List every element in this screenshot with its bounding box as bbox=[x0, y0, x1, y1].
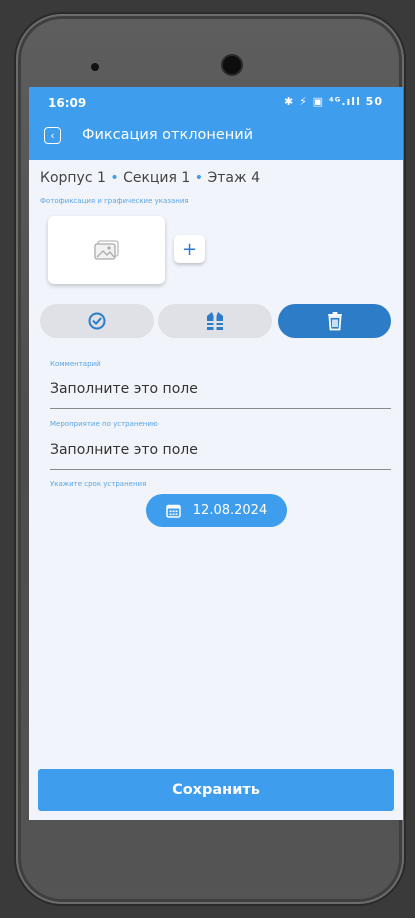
check-circle-icon bbox=[88, 312, 106, 330]
status-toggle-approved[interactable] bbox=[40, 304, 154, 338]
photo-thumbnail[interactable] bbox=[48, 216, 165, 284]
deadline-date-button[interactable]: 12.08.2024 bbox=[146, 494, 287, 527]
breadcrumb-section: Секция 1 bbox=[123, 170, 191, 186]
back-button[interactable]: ‹ bbox=[44, 127, 61, 144]
measure-field[interactable]: Заполните это поле bbox=[50, 442, 198, 458]
deadline-date-value: 12.08.2024 bbox=[192, 503, 268, 518]
sensor-dot bbox=[91, 63, 99, 71]
chevron-left-icon: ‹ bbox=[50, 128, 55, 142]
add-photo-button[interactable]: + bbox=[174, 235, 205, 263]
page-title: Фиксация отклонений bbox=[82, 127, 254, 143]
measure-label: Мероприятие по устранению bbox=[50, 420, 158, 428]
delete-button[interactable] bbox=[278, 304, 391, 338]
image-placeholder-icon bbox=[93, 240, 119, 260]
breadcrumb: Корпус 1 • Секция 1 • Этаж 4 bbox=[40, 170, 260, 186]
app-screen: 16:09 ✱ ⚡ ▣ ⁴ᴳ.ıll 50 ‹ Фиксация отклоне… bbox=[29, 87, 403, 820]
comment-field[interactable]: Заполните это поле bbox=[50, 381, 198, 397]
calendar-icon bbox=[166, 504, 181, 518]
save-button[interactable]: Сохранить bbox=[38, 769, 394, 811]
safety-vest-icon bbox=[207, 312, 223, 330]
status-icons: ✱ ⚡ ▣ ⁴ᴳ.ıll 50 bbox=[284, 95, 383, 108]
trash-icon bbox=[327, 312, 342, 331]
comment-underline bbox=[50, 408, 391, 409]
deadline-label: Укажите срок устранения bbox=[50, 480, 147, 488]
breadcrumb-building: Корпус 1 bbox=[40, 170, 106, 186]
breadcrumb-separator: • bbox=[110, 170, 119, 186]
breadcrumb-separator: • bbox=[194, 170, 204, 186]
plus-icon: + bbox=[181, 238, 198, 260]
photo-section-label: Фотофиксация и графические указания bbox=[40, 197, 189, 205]
comment-label: Комментарий bbox=[50, 360, 101, 368]
status-time: 16:09 bbox=[48, 96, 87, 110]
app-bar: 16:09 ✱ ⚡ ▣ ⁴ᴳ.ıll 50 ‹ Фиксация отклоне… bbox=[29, 87, 403, 160]
front-camera bbox=[223, 56, 241, 74]
status-toggle-safety[interactable] bbox=[158, 304, 272, 338]
breadcrumb-floor: Этаж 4 bbox=[207, 170, 260, 186]
measure-underline bbox=[50, 469, 391, 470]
